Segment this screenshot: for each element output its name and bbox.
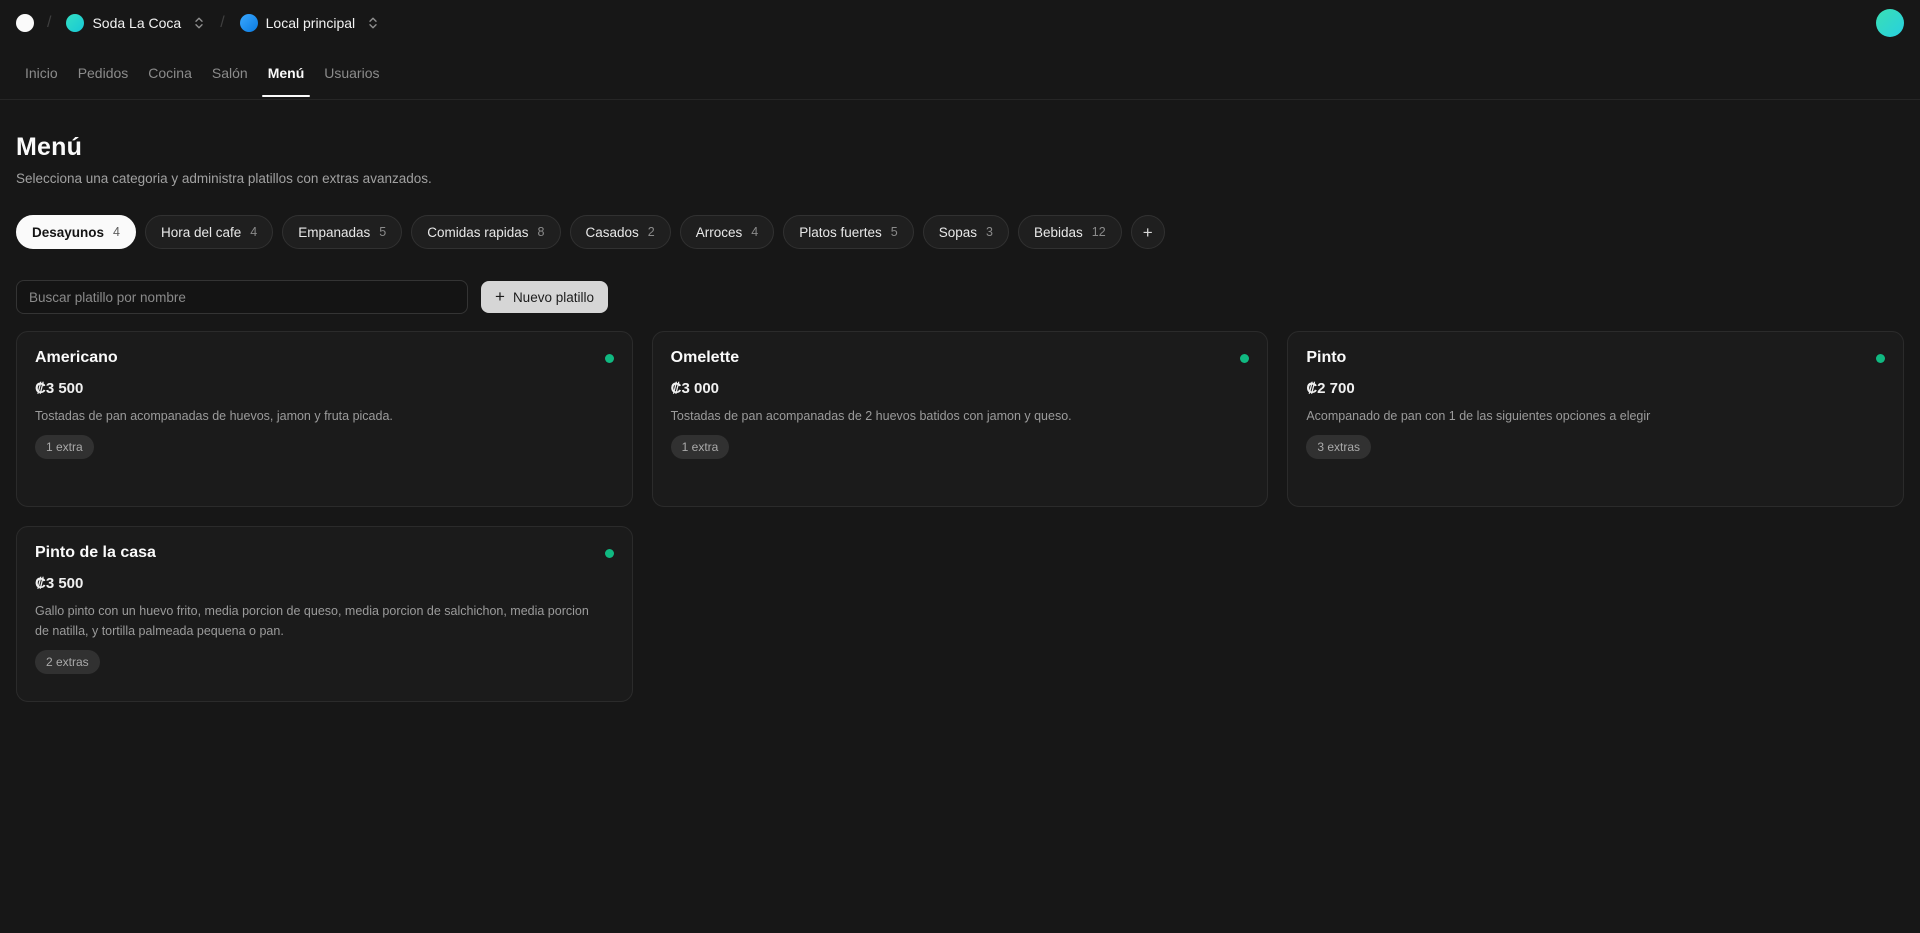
category-chip-label: Sopas xyxy=(939,225,977,240)
org-selector[interactable]: Soda La Coca xyxy=(64,10,207,36)
dish-name: Americano xyxy=(35,349,118,367)
active-status-dot xyxy=(605,354,614,363)
tab-salon[interactable]: Salón xyxy=(202,46,258,99)
category-chip-label: Desayunos xyxy=(32,225,104,240)
tab-menu[interactable]: Menú xyxy=(258,46,315,99)
category-chip-count: 3 xyxy=(986,225,993,239)
active-status-dot xyxy=(1876,354,1885,363)
plus-icon: + xyxy=(495,288,505,305)
location-name: Local principal xyxy=(266,15,356,31)
dish-price: ₡3 500 xyxy=(35,575,614,592)
dish-description: Tostadas de pan acompanadas de huevos, j… xyxy=(35,406,595,426)
dish-description: Tostadas de pan acompanadas de 2 huevos … xyxy=(671,406,1231,426)
nav-tab-label: Salón xyxy=(212,65,248,81)
page-subtitle: Selecciona una categoria y administra pl… xyxy=(16,171,1904,186)
new-dish-button-label: Nuevo platillo xyxy=(513,290,594,305)
category-chip[interactable]: Desayunos 4 xyxy=(16,215,136,249)
breadcrumb: / Soda La Coca / Local principal xyxy=(16,10,381,36)
category-chip-count: 4 xyxy=(751,225,758,239)
category-chips: Desayunos 4 Hora del cafe 4 Empanadas 5 … xyxy=(16,215,1904,249)
category-chip-label: Casados xyxy=(586,225,639,240)
nav-tab-label: Cocina xyxy=(148,65,192,81)
category-chip-label: Empanadas xyxy=(298,225,370,240)
category-chip[interactable]: Hora del cafe 4 xyxy=(145,215,273,249)
extras-badge: 1 extra xyxy=(671,435,730,459)
main-nav: Inicio Pedidos Cocina Salón Menú Usuario… xyxy=(0,46,1920,100)
nav-tab-label: Inicio xyxy=(25,65,58,81)
chevron-updown-icon xyxy=(193,16,205,30)
category-chip-label: Arroces xyxy=(696,225,743,240)
main-content: Menú Selecciona una categoria y administ… xyxy=(0,133,1920,702)
chevron-updown-icon xyxy=(367,16,379,30)
location-selector[interactable]: Local principal xyxy=(238,10,382,36)
tab-usuarios[interactable]: Usuarios xyxy=(314,46,389,99)
category-chip[interactable]: Comidas rapidas 8 xyxy=(411,215,560,249)
active-status-dot xyxy=(1240,354,1249,363)
page-title: Menú xyxy=(16,133,1904,162)
category-chip-label: Platos fuertes xyxy=(799,225,882,240)
dish-description: Gallo pinto con un huevo frito, media po… xyxy=(35,601,595,641)
tab-cocina[interactable]: Cocina xyxy=(138,46,202,99)
nav-tab-label: Usuarios xyxy=(324,65,379,81)
add-category-button[interactable]: + xyxy=(1131,215,1165,249)
dish-price: ₡2 700 xyxy=(1306,380,1885,397)
tab-pedidos[interactable]: Pedidos xyxy=(68,46,139,99)
new-dish-button[interactable]: + Nuevo platillo xyxy=(481,281,608,313)
category-chip-count: 4 xyxy=(113,225,120,239)
dish-toolbar: + Nuevo platillo xyxy=(16,280,1904,314)
dish-card[interactable]: Pinto de la casa ₡3 500 Gallo pinto con … xyxy=(16,526,633,702)
user-avatar[interactable] xyxy=(1876,9,1904,37)
category-chip-count: 12 xyxy=(1092,225,1106,239)
breadcrumb-separator: / xyxy=(217,14,227,32)
extras-badge: 2 extras xyxy=(35,650,100,674)
dish-name: Omelette xyxy=(671,349,739,367)
category-chip-label: Comidas rapidas xyxy=(427,225,528,240)
category-chip-count: 5 xyxy=(379,225,386,239)
nav-tab-label: Menú xyxy=(268,65,305,81)
category-chip-count: 5 xyxy=(891,225,898,239)
topbar: / Soda La Coca / Local principal xyxy=(0,0,1920,46)
category-chip-count: 2 xyxy=(648,225,655,239)
category-chip[interactable]: Bebidas 12 xyxy=(1018,215,1122,249)
location-avatar xyxy=(240,14,258,32)
dish-name: Pinto de la casa xyxy=(35,544,156,562)
tab-inicio[interactable]: Inicio xyxy=(15,46,68,99)
category-chip[interactable]: Empanadas 5 xyxy=(282,215,402,249)
active-status-dot xyxy=(605,549,614,558)
dish-name: Pinto xyxy=(1306,349,1346,367)
extras-badge: 3 extras xyxy=(1306,435,1371,459)
category-chip[interactable]: Casados 2 xyxy=(570,215,671,249)
dish-card[interactable]: Americano ₡3 500 Tostadas de pan acompan… xyxy=(16,331,633,507)
category-chip[interactable]: Arroces 4 xyxy=(680,215,774,249)
org-avatar xyxy=(66,14,84,32)
dish-price: ₡3 500 xyxy=(35,380,614,397)
dish-card[interactable]: Pinto ₡2 700 Acompanado de pan con 1 de … xyxy=(1287,331,1904,507)
category-chip[interactable]: Platos fuertes 5 xyxy=(783,215,914,249)
dish-description: Acompanado de pan con 1 de las siguiente… xyxy=(1306,406,1866,426)
extras-badge: 1 extra xyxy=(35,435,94,459)
category-chip-label: Bebidas xyxy=(1034,225,1083,240)
org-name: Soda La Coca xyxy=(92,15,181,31)
breadcrumb-separator: / xyxy=(44,14,54,32)
category-chip-label: Hora del cafe xyxy=(161,225,241,240)
nav-tab-label: Pedidos xyxy=(78,65,129,81)
dish-grid: Americano ₡3 500 Tostadas de pan acompan… xyxy=(16,331,1904,702)
category-chip-count: 4 xyxy=(250,225,257,239)
dish-price: ₡3 000 xyxy=(671,380,1250,397)
category-chip-count: 8 xyxy=(538,225,545,239)
search-input[interactable] xyxy=(16,280,468,314)
app-logo[interactable] xyxy=(16,14,34,32)
category-chip[interactable]: Sopas 3 xyxy=(923,215,1009,249)
dish-card[interactable]: Omelette ₡3 000 Tostadas de pan acompana… xyxy=(652,331,1269,507)
